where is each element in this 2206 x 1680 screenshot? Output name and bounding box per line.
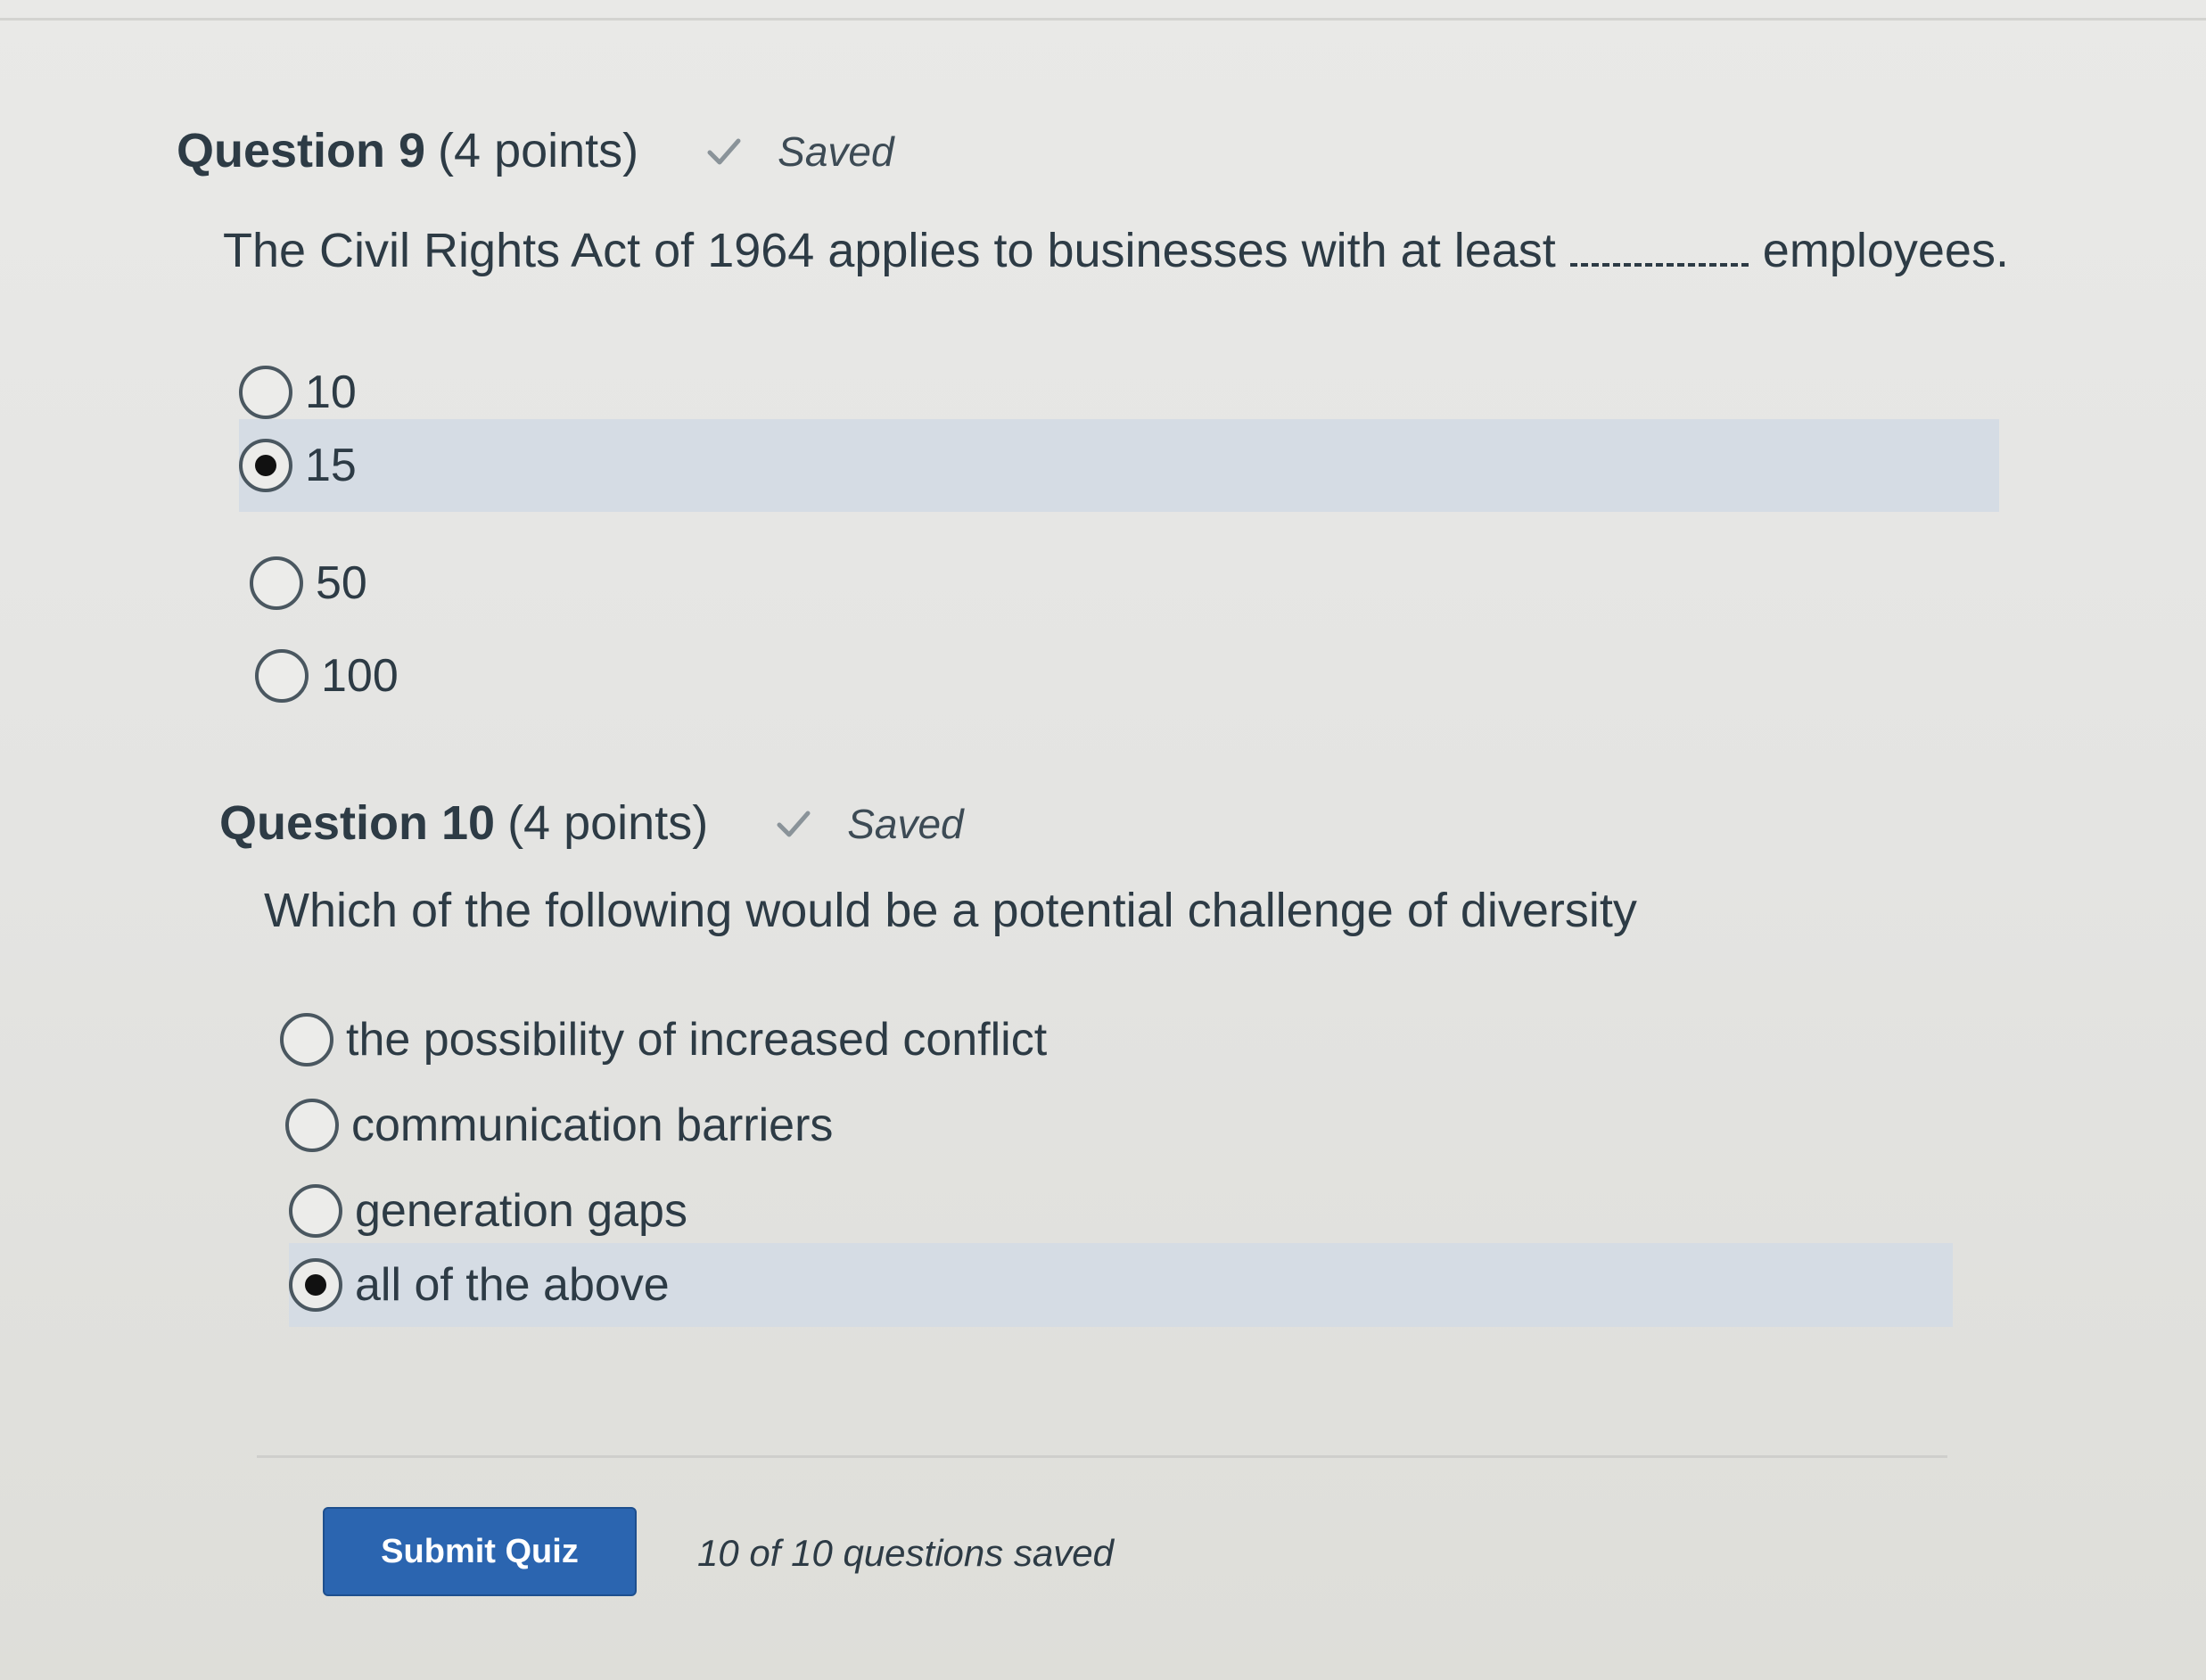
question-9-option-100[interactable]: 100 (255, 640, 1994, 712)
question-9-text-after: employees. (1762, 224, 2009, 277)
option-label: 100 (321, 650, 399, 702)
question-9-text-before: The Civil Rights Act of 1964 applies to … (223, 224, 1556, 277)
radio-button[interactable] (285, 1099, 339, 1152)
radio-button[interactable] (239, 366, 292, 419)
question-10-option-communication[interactable]: communication barriers (285, 1090, 1947, 1161)
question-9-title: Question 9 (177, 124, 426, 177)
option-label: 15 (305, 440, 357, 491)
top-divider (0, 18, 2206, 21)
question-9-points: (4 points) (438, 124, 639, 177)
question-10-option-conflict[interactable]: the possibility of increased conflict (280, 1004, 1947, 1075)
option-label: generation gaps (355, 1185, 687, 1237)
question-10-saved-status: Saved (776, 800, 964, 848)
quiz-page: Question 9 (4 points) Saved The Civil Ri… (0, 0, 2206, 1680)
question-10-text: Which of the following would be a potent… (264, 884, 1637, 937)
option-label: all of the above (355, 1259, 670, 1311)
question-10-points: (4 points) (507, 796, 709, 850)
questions-saved-count: 10 of 10 questions saved (697, 1532, 1115, 1574)
question-10-option-all-above[interactable]: all of the above (289, 1243, 1953, 1327)
check-icon (707, 138, 741, 165)
saved-label: Saved (847, 801, 964, 847)
radio-button[interactable] (255, 649, 309, 703)
option-label: 10 (305, 366, 357, 418)
fill-in-blank (1569, 254, 1749, 267)
radio-button-selected[interactable] (289, 1258, 342, 1312)
option-label: communication barriers (351, 1099, 834, 1151)
question-10-header: Question 10 (4 points) Saved (219, 795, 964, 851)
footer-divider (257, 1455, 1947, 1458)
radio-button[interactable] (289, 1184, 342, 1238)
submit-quiz-button[interactable]: Submit Quiz (323, 1507, 637, 1596)
saved-label: Saved (778, 128, 894, 175)
check-icon (777, 811, 811, 837)
radio-button-selected[interactable] (239, 439, 292, 492)
radio-button[interactable] (280, 1013, 333, 1066)
question-10-option-generation[interactable]: generation gaps (289, 1175, 1947, 1247)
question-9-option-50[interactable]: 50 (250, 548, 1997, 619)
question-10-title: Question 10 (219, 796, 496, 850)
question-9-saved-status: Saved (706, 128, 894, 176)
question-9-header: Question 9 (4 points) Saved (177, 123, 894, 178)
question-9-text: The Civil Rights Act of 1964 applies to … (223, 223, 2009, 278)
radio-button[interactable] (250, 556, 303, 610)
question-9-option-10[interactable]: 10 (239, 357, 1996, 428)
option-label: 50 (316, 557, 367, 609)
option-label: the possibility of increased conflict (346, 1014, 1048, 1066)
question-9-option-15[interactable]: 15 (239, 419, 1999, 512)
